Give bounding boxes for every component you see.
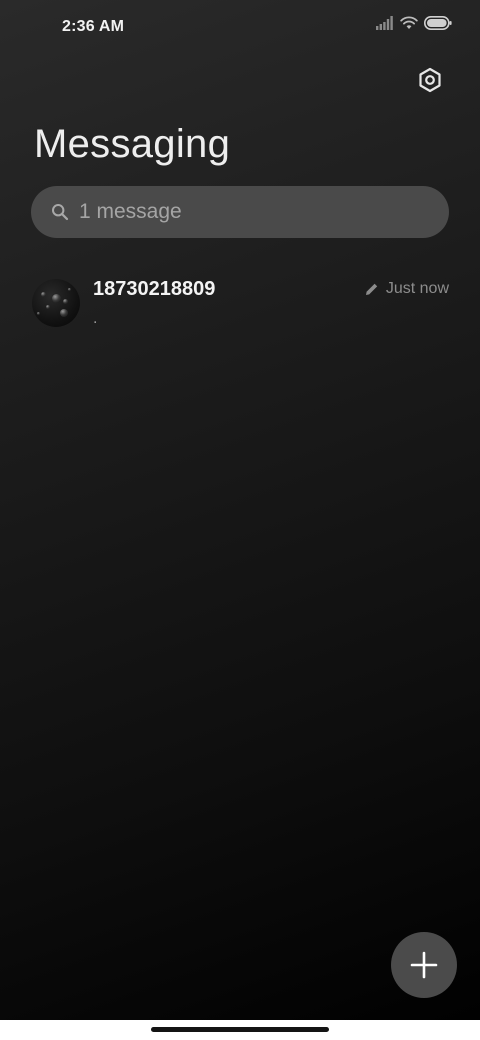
page-title: Messaging xyxy=(34,122,231,166)
avatar xyxy=(32,279,80,327)
message-snippet: . xyxy=(93,310,98,327)
conversation-item[interactable]: 18730218809 . Just now xyxy=(0,268,480,340)
status-bar: 2:36 AM xyxy=(0,0,480,56)
plus-icon xyxy=(410,951,438,979)
status-time: 2:36 AM xyxy=(62,18,125,35)
search-input[interactable] xyxy=(79,186,429,238)
signal-icon xyxy=(376,16,393,30)
new-message-button[interactable] xyxy=(391,932,457,998)
battery-icon xyxy=(424,16,452,30)
navigation-bar xyxy=(0,1020,480,1040)
pencil-icon xyxy=(365,283,378,295)
contact-name: 18730218809 xyxy=(93,278,216,300)
timestamp: Just now xyxy=(385,280,449,297)
settings-icon xyxy=(419,67,441,93)
search-icon xyxy=(52,204,69,221)
home-indicator[interactable] xyxy=(151,1027,329,1032)
settings-button[interactable] xyxy=(414,64,446,96)
wifi-icon xyxy=(400,16,418,29)
status-icons xyxy=(376,16,452,30)
search-bar[interactable] xyxy=(31,186,449,238)
conversation-meta: Just now xyxy=(365,280,449,298)
